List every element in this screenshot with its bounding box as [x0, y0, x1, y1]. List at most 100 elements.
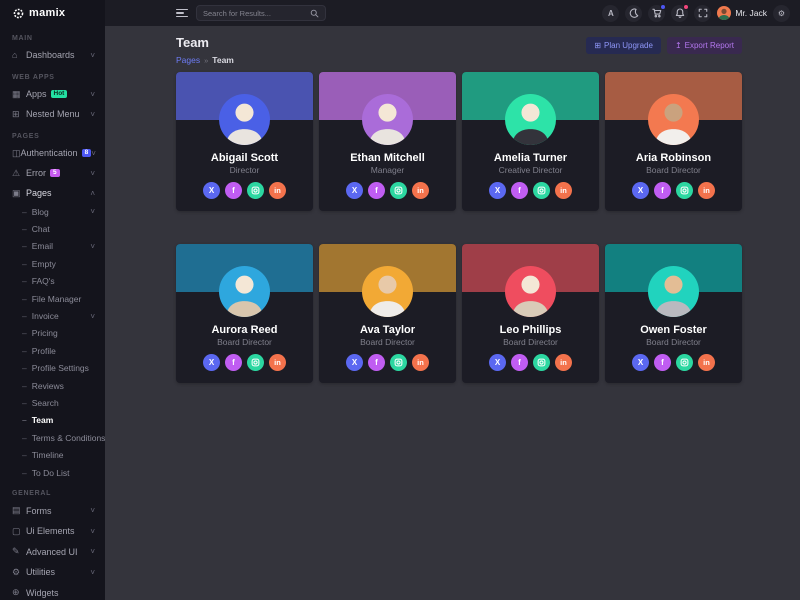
search-input[interactable] — [203, 9, 310, 18]
settings-gear-icon[interactable]: ⚙ — [773, 5, 790, 22]
sidebar: mamix MAIN ⌂ Dashboards ˅ WEB APPS ▦ App… — [0, 0, 105, 600]
sidebar-subitem-team[interactable]: – Team — [0, 412, 105, 429]
facebook-icon[interactable]: f — [654, 354, 671, 371]
sidebar-item-authentication[interactable]: ◫ Authentication 8 ˅ — [0, 143, 105, 163]
sidebar-item-utilities[interactable]: ⚙ Utilities ˅ — [0, 562, 105, 583]
form-icon: ▤ — [12, 505, 26, 516]
menu-toggle-icon[interactable] — [176, 9, 188, 18]
x-icon[interactable]: X — [489, 354, 506, 371]
linkedin-icon[interactable]: in — [412, 354, 429, 371]
notifications-bell-icon[interactable] — [671, 5, 688, 22]
linkedin-icon[interactable]: in — [412, 182, 429, 199]
sidebar-item-forms[interactable]: ▤ Forms ˅ — [0, 500, 105, 521]
lock-icon: ◫ — [12, 148, 21, 159]
section-heading-webapps: WEB APPS — [12, 74, 93, 81]
sidebar-subitem-chat[interactable]: – Chat — [0, 220, 105, 237]
facebook-icon[interactable]: f — [511, 354, 528, 371]
instagram-icon[interactable] — [676, 182, 693, 199]
linkedin-icon[interactable]: in — [698, 182, 715, 199]
sidebar-item-apps[interactable]: ▦ Apps Hot ˅ — [0, 84, 105, 104]
x-icon[interactable]: X — [203, 354, 220, 371]
plan-upgrade-button[interactable]: ⊞ Plan Upgrade — [586, 37, 661, 54]
sidebar-subitem-invoice[interactable]: – Invoice ˅ — [0, 307, 105, 324]
sidebar-item-dashboards[interactable]: ⌂ Dashboards ˅ — [0, 45, 105, 65]
sidebar-item-advanced-ui[interactable]: ✎ Advanced UI ˅ — [0, 541, 105, 562]
facebook-icon[interactable]: f — [654, 182, 671, 199]
instagram-icon[interactable] — [390, 182, 407, 199]
sidebar-subitem-email[interactable]: – Email ˅ — [0, 238, 105, 255]
sidebar-subitem-reviews[interactable]: – Reviews — [0, 377, 105, 394]
user-name: Mr. Jack — [735, 8, 767, 18]
sidebar-subitem-terms[interactable]: – Terms & Conditions — [0, 429, 105, 446]
sidebar-item-widgets[interactable]: ⊕ Widgets — [0, 582, 105, 600]
tool-icon: ⚙ — [12, 567, 26, 578]
linkedin-icon[interactable]: in — [555, 182, 572, 199]
cart-icon[interactable] — [648, 5, 665, 22]
member-role: Board Director — [462, 337, 599, 347]
user-menu[interactable]: Mr. Jack — [717, 6, 767, 20]
widget-icon: ⊕ — [12, 587, 26, 598]
instagram-icon[interactable] — [533, 354, 550, 371]
instagram-icon[interactable] — [390, 354, 407, 371]
instagram-icon[interactable] — [676, 354, 693, 371]
sidebar-subitem-blog[interactable]: – Blog ˅ — [0, 203, 105, 220]
search-box — [196, 5, 326, 21]
social-links: X f in — [176, 354, 313, 371]
member-name: Leo Phillips — [462, 324, 599, 336]
sidebar-subitem-pricing[interactable]: – Pricing — [0, 325, 105, 342]
linkedin-icon[interactable]: in — [555, 354, 572, 371]
sidebar-item-ui-elements[interactable]: ▢ Ui Elements ˅ — [0, 521, 105, 542]
sidebar-item-pages[interactable]: ▣ Pages ˄ — [0, 183, 105, 203]
pages-icon: ▣ — [12, 188, 26, 199]
member-avatar — [362, 94, 413, 145]
social-links: X f in — [319, 354, 456, 371]
member-role: Creative Director — [462, 165, 599, 175]
instagram-icon[interactable] — [247, 182, 264, 199]
linkedin-icon[interactable]: in — [269, 354, 286, 371]
x-icon[interactable]: X — [632, 182, 649, 199]
brand-logo[interactable]: mamix — [0, 0, 105, 26]
translate-icon[interactable]: A — [602, 5, 619, 22]
sidebar-subitem-profile-settings[interactable]: – Profile Settings — [0, 360, 105, 377]
member-avatar — [648, 266, 699, 317]
x-icon[interactable]: X — [489, 182, 506, 199]
header-actions: A Mr. Jack ⚙ — [602, 5, 790, 22]
sidebar-subitem-search[interactable]: – Search — [0, 394, 105, 411]
facebook-icon[interactable]: f — [511, 182, 528, 199]
person-silhouette — [505, 266, 556, 317]
hot-badge: Hot — [51, 90, 68, 99]
dark-mode-icon[interactable] — [625, 5, 642, 22]
export-report-button[interactable]: ↥ Export Report — [667, 37, 742, 54]
chevron-down-icon: ˅ — [90, 506, 95, 515]
member-role: Board Director — [605, 165, 742, 175]
page-header: Team Pages » Team ⊞ Plan Upgrade ↥ Expor… — [176, 26, 742, 65]
user-avatar — [717, 6, 731, 20]
fullscreen-icon[interactable] — [694, 5, 711, 22]
breadcrumb-parent[interactable]: Pages — [176, 55, 200, 65]
brand-logo-icon — [13, 8, 24, 19]
person-silhouette — [648, 94, 699, 145]
sidebar-subitem-faqs[interactable]: – FAQ's — [0, 273, 105, 290]
facebook-icon[interactable]: f — [368, 354, 385, 371]
instagram-icon[interactable] — [247, 354, 264, 371]
sidebar-subitem-timeline[interactable]: – Timeline — [0, 446, 105, 463]
sidebar-item-nested-menu[interactable]: ⊞ Nested Menu ˅ — [0, 104, 105, 124]
facebook-icon[interactable]: f — [225, 354, 242, 371]
x-icon[interactable]: X — [203, 182, 220, 199]
facebook-icon[interactable]: f — [225, 182, 242, 199]
x-icon[interactable]: X — [346, 182, 363, 199]
linkedin-icon[interactable]: in — [698, 354, 715, 371]
sidebar-item-error[interactable]: ⚠ Error 5 ˅ — [0, 163, 105, 183]
instagram-icon[interactable] — [533, 182, 550, 199]
grid-icon: ▦ — [12, 89, 26, 100]
search-icon[interactable] — [310, 9, 319, 18]
sidebar-subitem-empty[interactable]: – Empty — [0, 255, 105, 272]
linkedin-icon[interactable]: in — [269, 182, 286, 199]
sidebar-subitem-file-manager[interactable]: – File Manager — [0, 290, 105, 307]
sidebar-subitem-todo[interactable]: – To Do List — [0, 464, 105, 481]
x-icon[interactable]: X — [632, 354, 649, 371]
sidebar-subitem-profile[interactable]: – Profile — [0, 342, 105, 359]
member-role: Board Director — [176, 337, 313, 347]
x-icon[interactable]: X — [346, 354, 363, 371]
facebook-icon[interactable]: f — [368, 182, 385, 199]
